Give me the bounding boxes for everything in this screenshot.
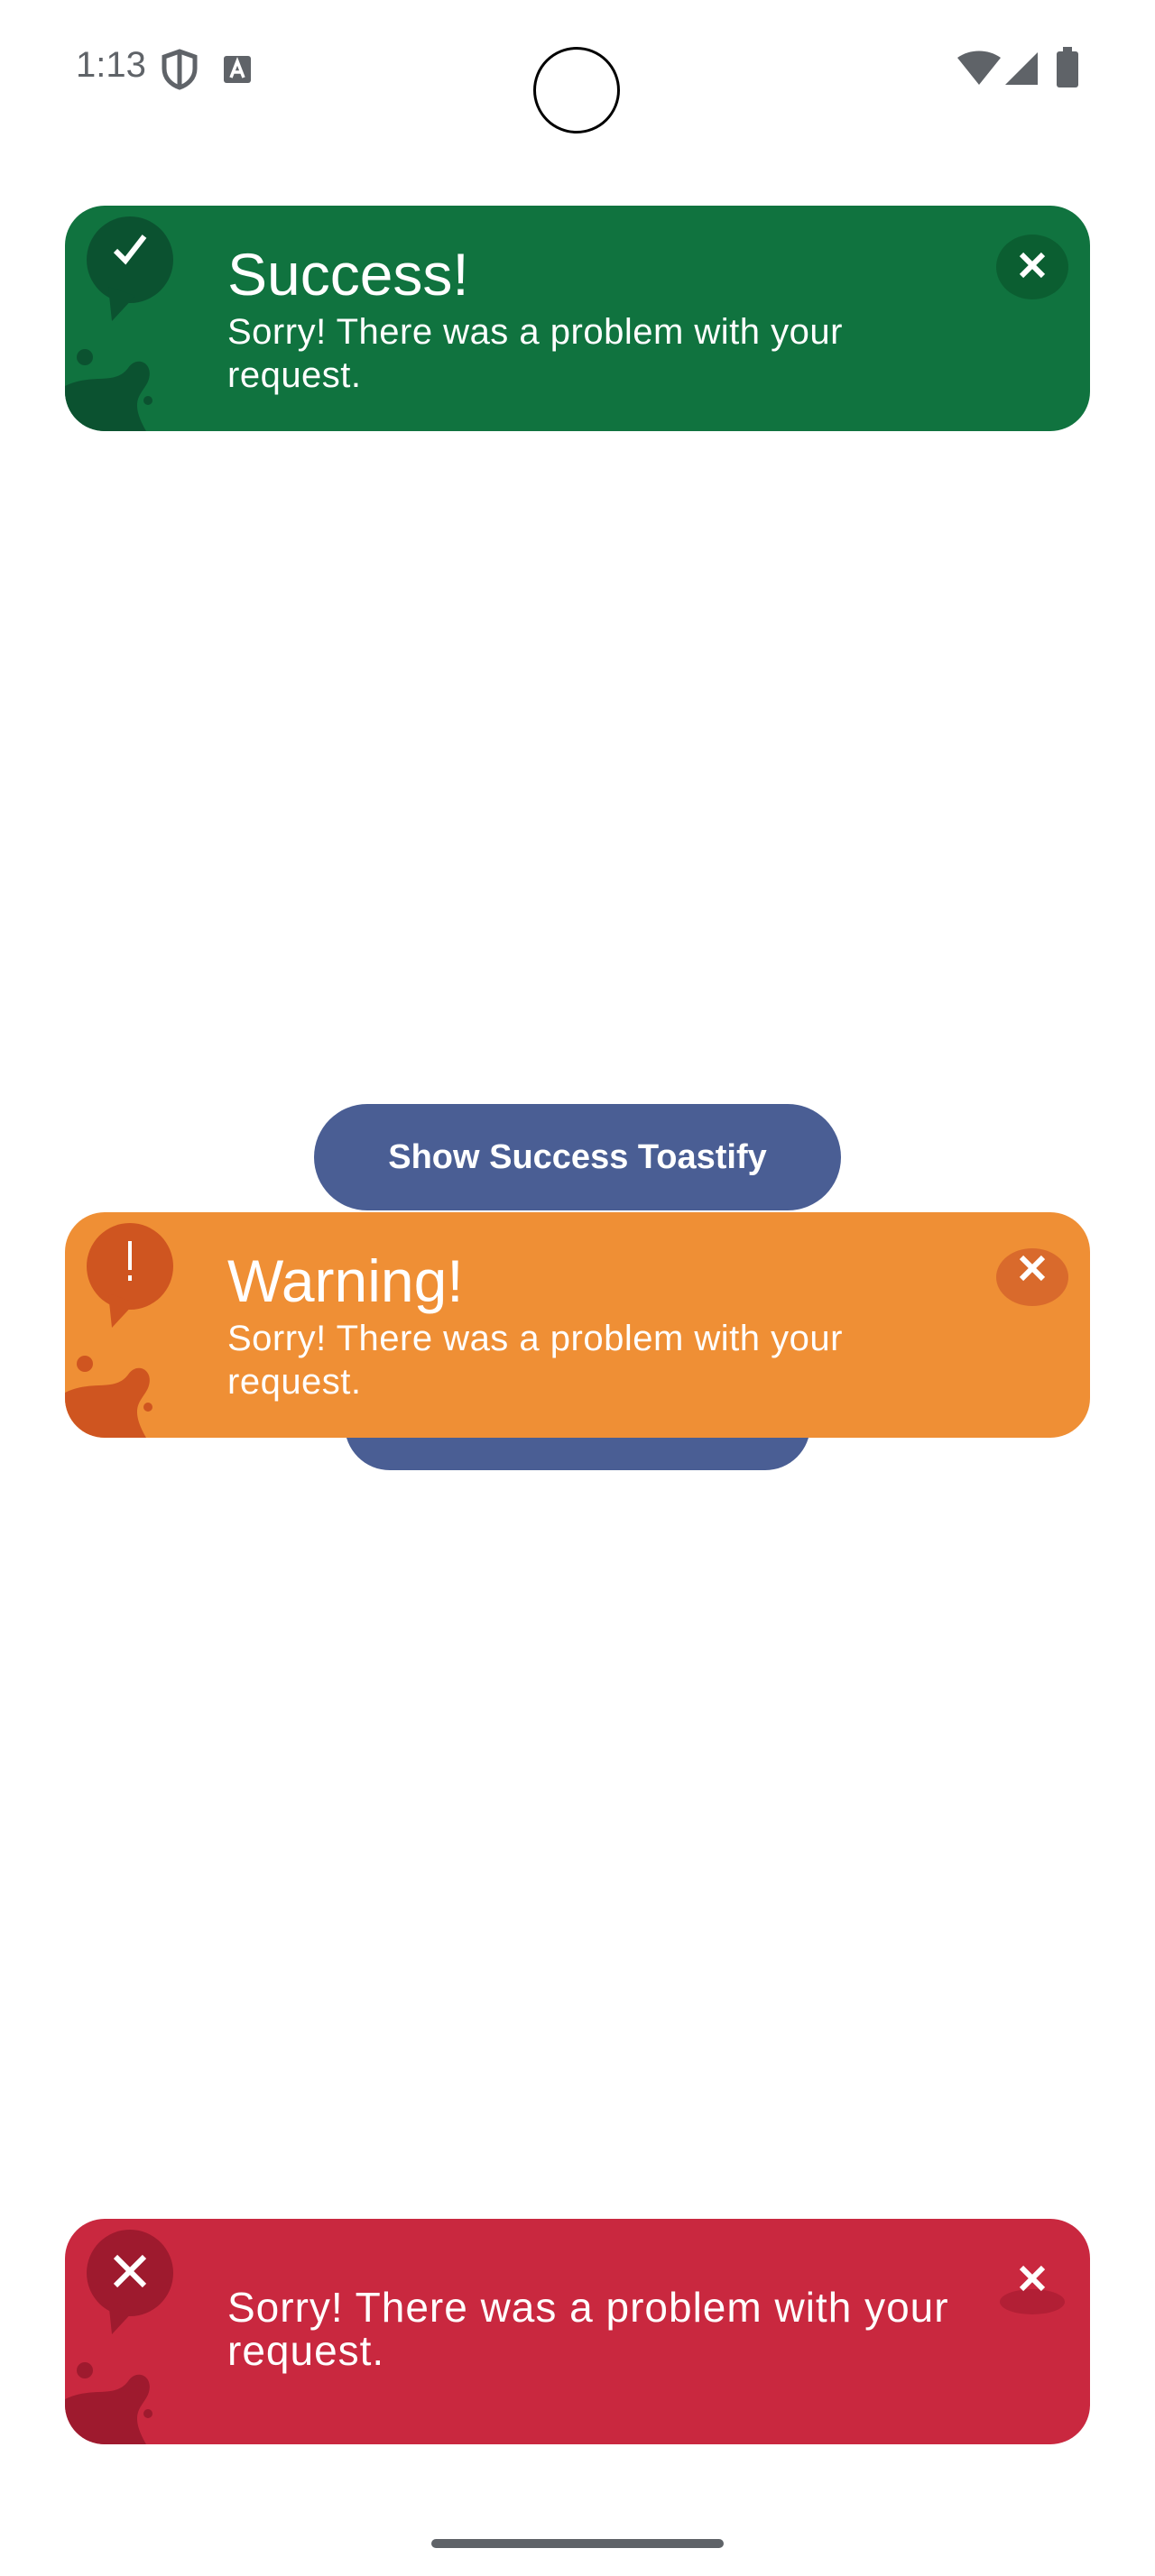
warning-splash-icon bbox=[65, 1223, 173, 1438]
camera-cutout bbox=[533, 47, 620, 133]
close-icon bbox=[1019, 1255, 1046, 1282]
error-toast[interactable]: Sorry! There was a problem with your req… bbox=[65, 2219, 1090, 2444]
close-icon bbox=[1019, 252, 1046, 279]
success-toast[interactable]: Success! Sorry! There was a problem with… bbox=[65, 206, 1090, 431]
success-toast-title: Success! bbox=[227, 241, 469, 308]
x-icon bbox=[110, 2251, 150, 2295]
success-toast-close-button[interactable] bbox=[996, 235, 1068, 299]
error-toast-close-button[interactable] bbox=[996, 2248, 1068, 2314]
signal-icon bbox=[1003, 51, 1040, 91]
success-toast-message: Sorry! There was a problem with your req… bbox=[227, 312, 843, 395]
screen: 1:13 Success! Sorry! There was a problem… bbox=[0, 0, 1155, 2576]
home-indicator[interactable] bbox=[431, 2539, 724, 2548]
battery-icon bbox=[1056, 47, 1079, 93]
status-time: 1:13 bbox=[76, 45, 146, 85]
error-toast-message: Sorry! There was a problem with your req… bbox=[227, 2284, 949, 2374]
warning-toast-title: Warning! bbox=[227, 1247, 464, 1314]
show-success-toastify-button[interactable]: Show Success Toastify bbox=[314, 1104, 841, 1210]
warning-toast-close-button[interactable] bbox=[996, 1248, 1068, 1306]
status-bar: 1:13 bbox=[0, 0, 1155, 135]
close-icon bbox=[1000, 2265, 1065, 2314]
font-icon bbox=[222, 54, 253, 89]
wifi-icon bbox=[956, 51, 1002, 91]
warning-toast-message: Sorry! There was a problem with your req… bbox=[227, 1319, 843, 1402]
exclamation-icon bbox=[123, 1239, 137, 1291]
checkmark-icon bbox=[112, 231, 148, 271]
shield-icon bbox=[161, 49, 199, 95]
warning-toast[interactable]: Warning! Sorry! There was a problem with… bbox=[65, 1212, 1090, 1438]
